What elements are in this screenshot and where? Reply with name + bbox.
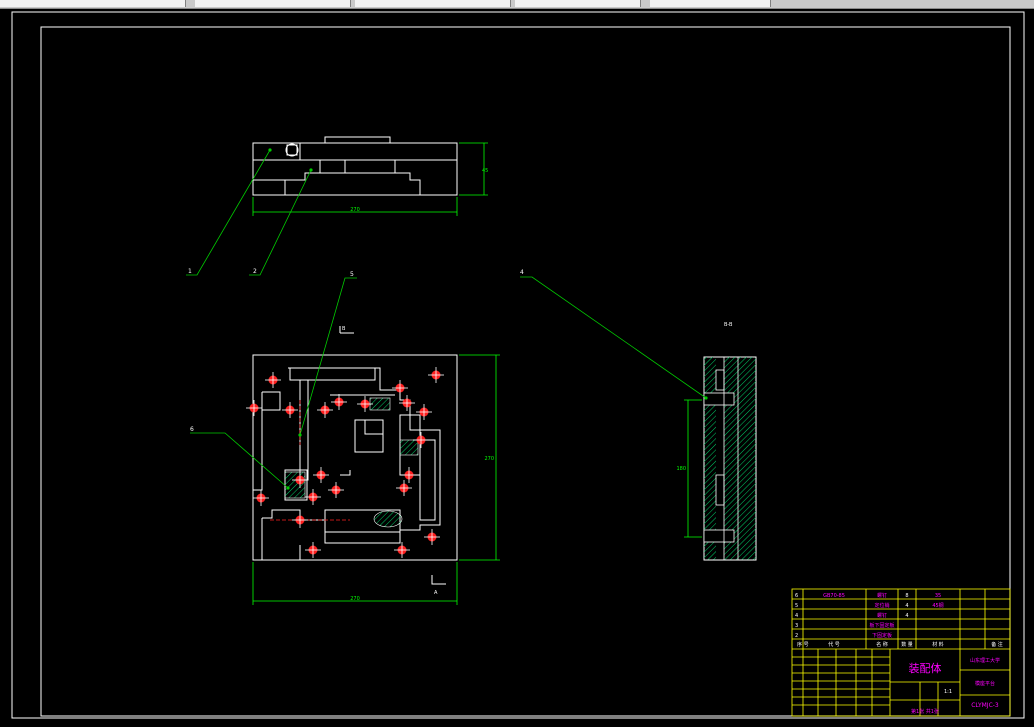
part-name: 板下固定板 [869,622,894,629]
drawing-subtitle: 模座平台 [975,680,995,687]
side-view-dimension [684,399,702,538]
plan-view [252,354,458,561]
plan-height-dim: 270 [484,456,494,462]
part-material: 45钢 [932,602,943,609]
drawing-name: 装配体 [909,661,942,675]
cad-drawing-canvas[interactable]: 270 45 1 2 270 270 B A 5 6 B-B 180 4 6 G… [0,8,1034,727]
part-no: 6 [795,593,798,599]
tab-2[interactable] [195,0,351,7]
plan-hatch [373,510,403,528]
inner-border [40,26,1011,717]
title-block [791,588,1011,717]
part-qty: 4 [905,613,908,619]
header-name: 名 称 [876,641,888,648]
side-view-dim: 180 [676,466,686,472]
leader-dot [704,396,708,400]
header-code: 代 号 [828,641,840,648]
balloon-2: 2 [253,268,257,275]
leader-dot [309,168,313,172]
leader-dot [298,433,302,437]
part-no: 5 [795,603,798,609]
header-note: 备 注 [991,641,1003,648]
part-qty: 4 [905,603,908,609]
part-no: 3 [795,623,798,629]
center-lines [270,400,350,521]
part-name: 定位销 [874,602,889,609]
section-marker-bottom [431,575,446,585]
balloon-4: 4 [520,269,524,276]
tab-4[interactable] [515,0,641,7]
header-qty: 数 量 [901,641,913,648]
part-code: GB70-85 [823,593,845,599]
leader-dot [268,148,272,152]
plan-width-dim: 270 [350,596,360,602]
tab-3[interactable] [355,0,511,7]
balloon-6: 6 [190,426,194,433]
header-no: 序 号 [797,641,809,648]
top-view [252,136,458,196]
part-name: 螺钉 [877,612,887,619]
tab-5[interactable] [650,0,771,7]
part-qty: 8 [905,593,908,599]
part-name: 下固定板 [872,632,892,639]
hole-markers [245,366,445,559]
part-material: 35 [935,593,941,599]
section-view-label: B-B [724,322,733,328]
section-mark-a: A [434,590,438,596]
leader-lines-side [520,276,707,399]
leader-lines-top [186,149,312,276]
tab-1[interactable] [0,0,186,7]
drawing-scale: 1:1 [944,689,952,695]
plan-hatch [284,471,306,499]
balloon-5: 5 [350,271,354,278]
outer-border [11,11,1025,719]
top-height-dim: 45 [482,168,488,174]
header-material: 材 料 [932,641,944,648]
leader-dot [286,486,290,490]
sheet-info: 第1张 共1张 [911,708,939,715]
top-width-dim: 270 [350,207,360,213]
balloon-1: 1 [188,268,192,275]
part-no: 4 [795,613,798,619]
section-mark-b: B [342,326,346,332]
school-name: 山东理工大学 [970,657,1000,664]
plan-hatch [399,439,419,456]
part-no: 2 [795,633,798,639]
side-section-view [703,356,757,561]
drawing-code: CLYMJC-3 [971,702,999,709]
parts-list: 6 GB70-85 螺钉 8 35 5 定位销 4 45钢 4 螺钉 4 3 板… [795,592,1003,648]
part-name: 螺钉 [877,592,887,599]
